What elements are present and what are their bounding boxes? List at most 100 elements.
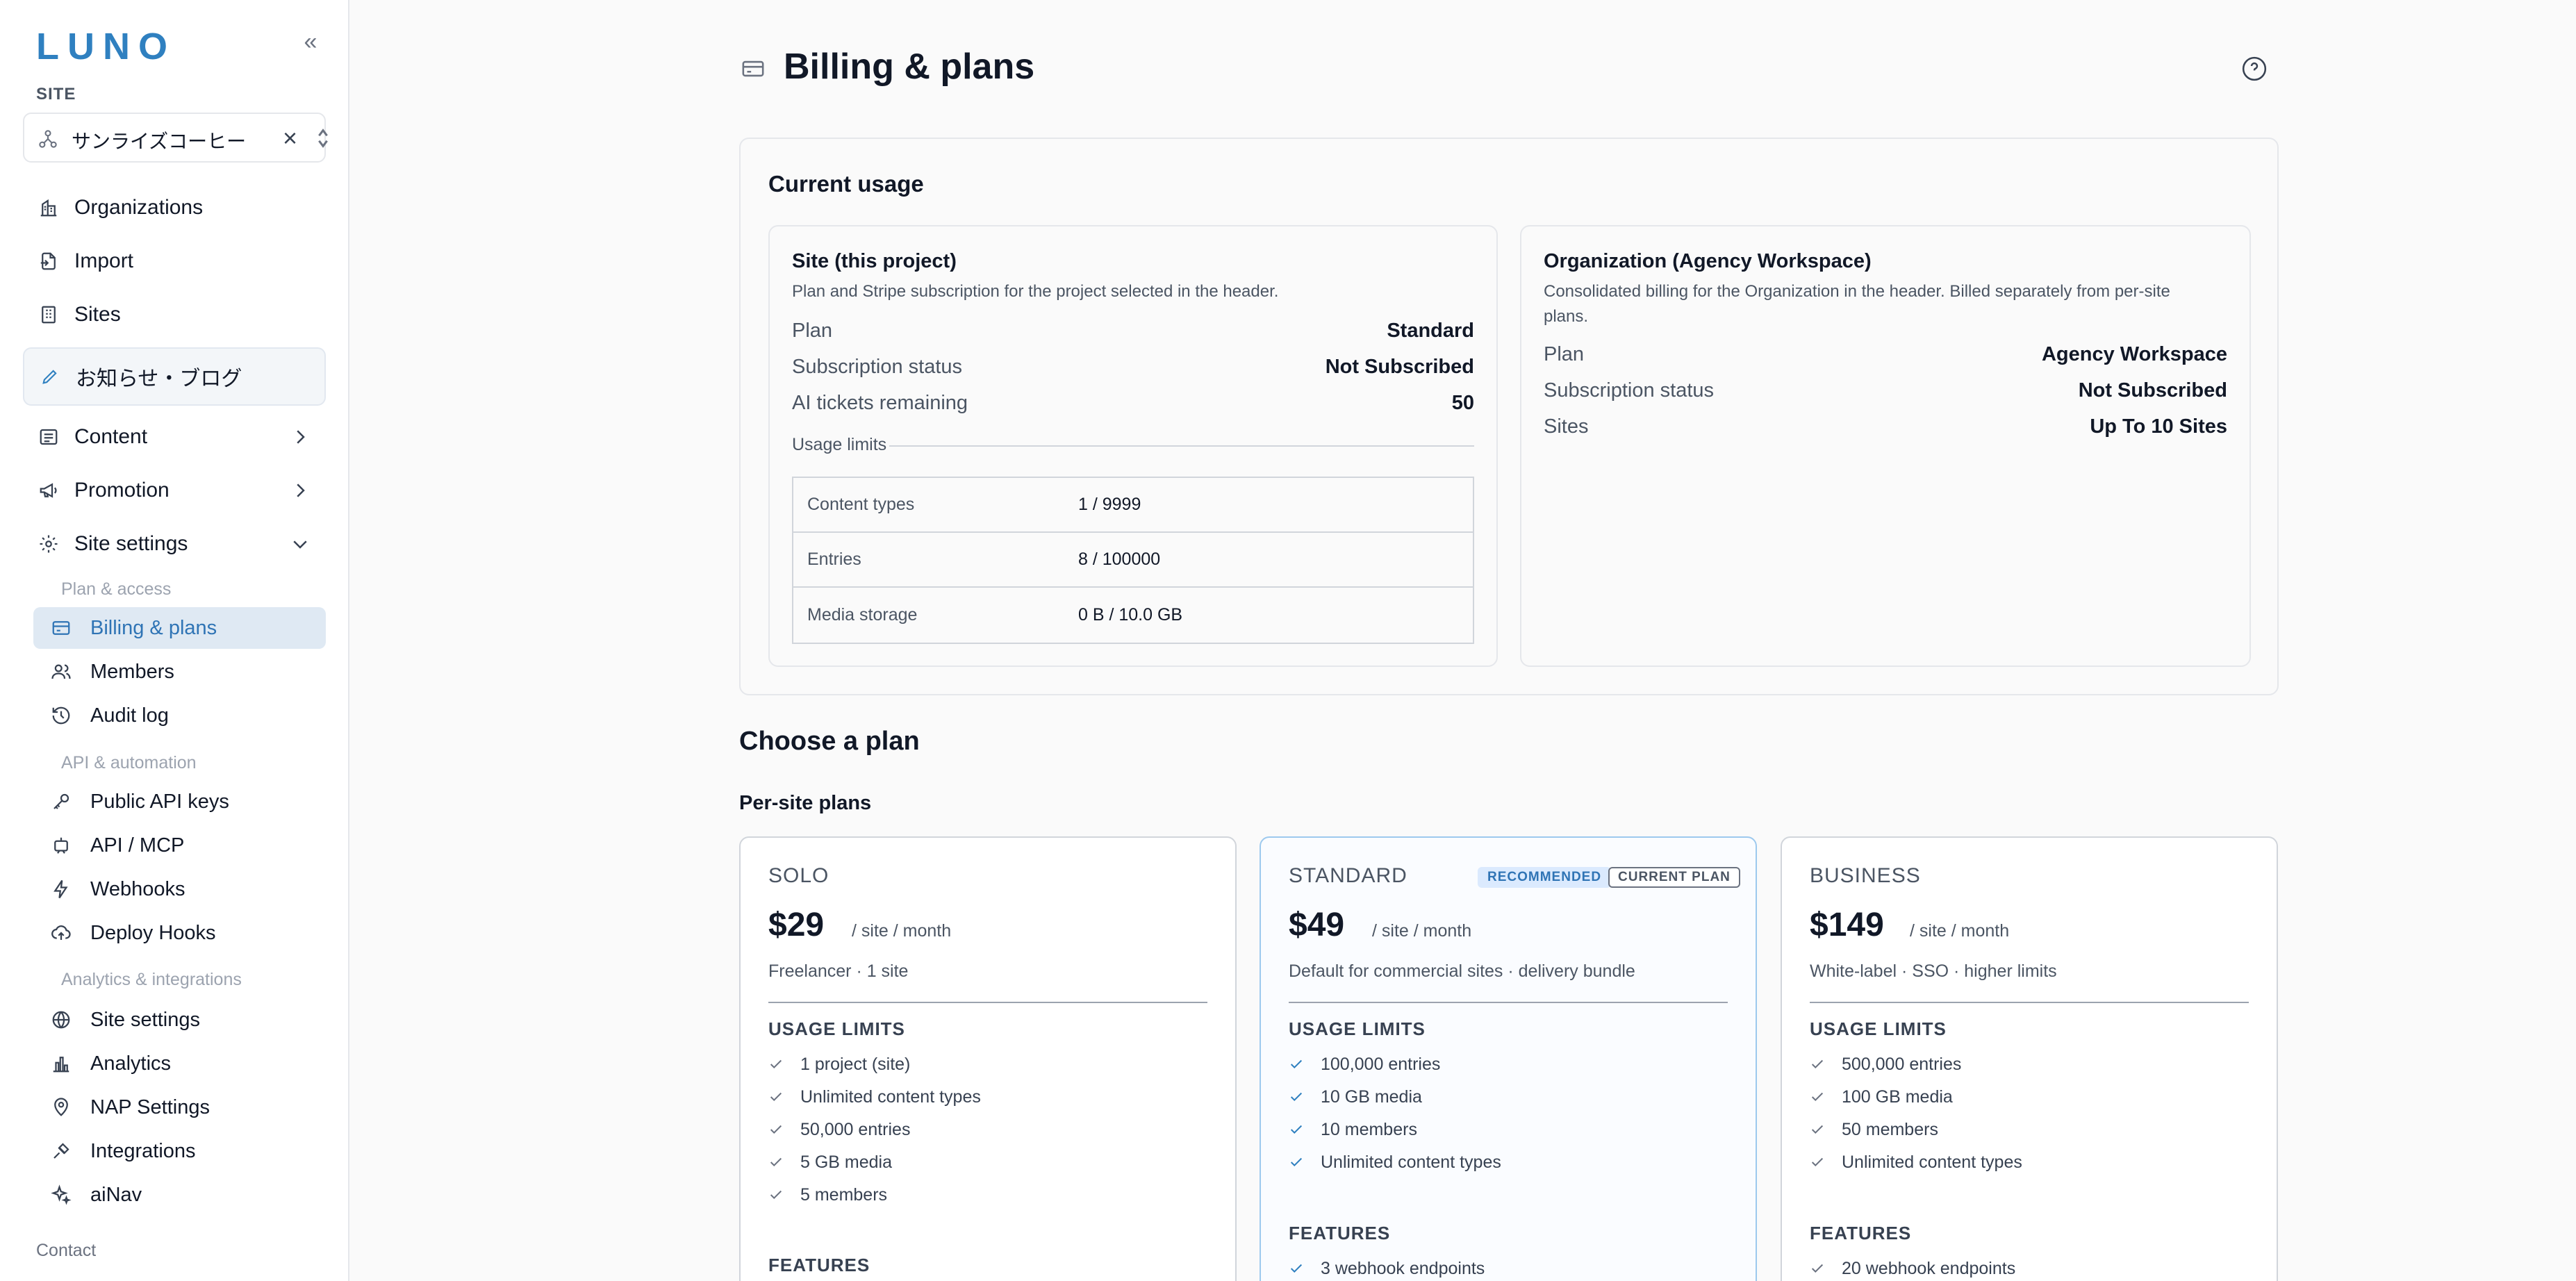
key-icon bbox=[50, 791, 72, 813]
plan-tagline: Default for commercial sites · delivery … bbox=[1289, 961, 1635, 981]
sidebar-item-label: お知らせ・ブログ bbox=[76, 367, 242, 390]
list-item: 100,000 entries bbox=[1289, 1050, 1440, 1078]
chevron-up-down-icon[interactable] bbox=[316, 126, 330, 150]
limit-text: 100,000 entries bbox=[1321, 1054, 1441, 1074]
sidebar-item-analytics[interactable]: Analytics bbox=[33, 1043, 326, 1084]
list-item: Unlimited content types bbox=[1289, 1148, 1501, 1176]
contact-link[interactable]: Contact bbox=[36, 1241, 96, 1261]
sidebar-item-api-mcp[interactable]: API / MCP bbox=[33, 825, 326, 866]
plan-name: STANDARD bbox=[1289, 864, 1407, 887]
limit-text: 5 GB media bbox=[800, 1152, 893, 1172]
row-key: Plan bbox=[1544, 343, 1585, 365]
usage-limits-heading: USAGE LIMITS bbox=[1289, 1018, 1426, 1039]
group-heading-analytics-integrations: Analytics & integrations bbox=[61, 970, 242, 989]
sidebar-item-ainav[interactable]: aiNav bbox=[33, 1174, 326, 1216]
row-value: Not Subscribed bbox=[2078, 379, 2227, 402]
site-label: SITE bbox=[36, 85, 76, 104]
sidebar: LUNO « SITE サンライズコーヒー × Organizations Im… bbox=[0, 0, 349, 1281]
site-selector[interactable]: サンライズコーヒー × bbox=[23, 113, 328, 163]
features-heading: FEATURES bbox=[1289, 1223, 1391, 1243]
sidebar-item-billing-plans[interactable]: Billing & plans bbox=[33, 607, 326, 649]
limit-name: Entries bbox=[807, 549, 861, 569]
robot-icon bbox=[50, 834, 72, 857]
sidebar-item-import[interactable]: Import bbox=[23, 237, 326, 286]
plan-card-solo[interactable]: SOLO $29 / site / month Freelancer · 1 s… bbox=[739, 836, 1237, 1281]
list-icon bbox=[37, 425, 60, 449]
sidebar-item-audit-log[interactable]: Audit log bbox=[33, 695, 326, 736]
check-icon bbox=[770, 1092, 782, 1102]
recommended-badge: RECOMMENDED bbox=[1478, 867, 1612, 888]
plan-card-standard[interactable]: STANDARD RECOMMENDED CURRENT PLAN $49 / … bbox=[1260, 836, 1757, 1281]
check-icon bbox=[770, 1190, 782, 1200]
limit-text: Unlimited content types bbox=[1321, 1152, 1501, 1172]
cloud-upload-icon bbox=[50, 922, 72, 944]
sidebar-item-label: Deploy Hooks bbox=[90, 921, 216, 944]
check-icon bbox=[1811, 1092, 1824, 1102]
row-value: Not Subscribed bbox=[1325, 356, 1474, 378]
row-value: Standard bbox=[1387, 320, 1474, 342]
row-key: Subscription status bbox=[792, 356, 963, 378]
plan-card-business[interactable]: BUSINESS $149 / site / month White-label… bbox=[1781, 836, 2278, 1281]
sidebar-item-label: aiNav bbox=[90, 1183, 142, 1206]
check-icon bbox=[770, 1157, 782, 1167]
site-ai-tickets-row: AI tickets remaining 50 bbox=[792, 392, 1474, 420]
sidebar-item-news-blog[interactable]: お知らせ・ブログ bbox=[23, 347, 326, 406]
sidebar-item-content[interactable]: Content bbox=[23, 413, 326, 461]
limit-text: 10 GB media bbox=[1321, 1086, 1422, 1107]
list-item: 5 GB media bbox=[768, 1148, 892, 1176]
sidebar-item-public-api-keys[interactable]: Public API keys bbox=[33, 781, 326, 823]
sidebar-item-webhooks[interactable]: Webhooks bbox=[33, 868, 326, 910]
sidebar-item-label: Audit log bbox=[90, 704, 169, 727]
organization-usage-heading: Organization (Agency Workspace) bbox=[1544, 250, 1872, 272]
list-item: 50,000 entries bbox=[768, 1116, 910, 1143]
row-key: Subscription status bbox=[1544, 379, 1715, 402]
credit-card-icon bbox=[742, 60, 764, 77]
row-value: 50 bbox=[1451, 392, 1474, 414]
usage-limits-table: Content types 1 / 9999 Entries 8 / 10000… bbox=[792, 477, 1474, 644]
row-key: AI tickets remaining bbox=[792, 392, 968, 414]
building-icon bbox=[37, 196, 60, 220]
features-heading: FEATURES bbox=[768, 1255, 870, 1275]
current-plan-badge: CURRENT PLAN bbox=[1608, 867, 1740, 888]
sidebar-item-label: Site settings bbox=[74, 532, 188, 555]
sidebar-item-nap-settings[interactable]: NAP Settings bbox=[33, 1086, 326, 1128]
list-item: 100 GB media bbox=[1810, 1083, 1953, 1111]
divider bbox=[1810, 1002, 2249, 1003]
chevron-right-icon bbox=[297, 484, 305, 497]
limit-value: 8 / 100000 bbox=[1078, 549, 1161, 569]
plan-name: BUSINESS bbox=[1810, 864, 1921, 887]
sidebar-item-sites[interactable]: Sites bbox=[23, 290, 326, 339]
check-icon bbox=[1290, 1264, 1303, 1273]
plan-tagline: White-label · SSO · higher limits bbox=[1810, 961, 2057, 981]
check-icon bbox=[1811, 1125, 1824, 1134]
pencil-icon bbox=[38, 365, 62, 388]
org-plan-row: Plan Agency Workspace bbox=[1544, 343, 2227, 371]
org-sites-row: Sites Up To 10 Sites bbox=[1544, 415, 2227, 443]
plan-tagline: Freelancer · 1 site bbox=[768, 961, 909, 981]
sidebar-item-site-settings-sub[interactable]: Site settings bbox=[33, 999, 326, 1041]
sidebar-item-promotion[interactable]: Promotion bbox=[23, 466, 326, 515]
list-item: 10 members bbox=[1289, 1116, 1417, 1143]
sidebar-item-organizations[interactable]: Organizations bbox=[23, 183, 326, 232]
site-usage-heading: Site (this project) bbox=[792, 250, 957, 272]
check-icon bbox=[1290, 1059, 1303, 1069]
org-status-row: Subscription status Not Subscribed bbox=[1544, 379, 2227, 407]
sidebar-item-members[interactable]: Members bbox=[33, 651, 326, 693]
row-value: Agency Workspace bbox=[2041, 343, 2227, 365]
clear-icon[interactable]: × bbox=[283, 124, 297, 153]
limit-text: 50,000 entries bbox=[800, 1119, 911, 1139]
site-selector-value: サンライズコーヒー bbox=[72, 131, 247, 152]
check-icon bbox=[770, 1125, 782, 1134]
sidebar-item-deploy-hooks[interactable]: Deploy Hooks bbox=[33, 912, 326, 954]
help-icon[interactable] bbox=[2241, 56, 2268, 82]
sidebar-item-site-settings[interactable]: Site settings bbox=[23, 520, 326, 568]
sidebar-item-label: Import bbox=[74, 249, 134, 272]
list-item: Unlimited content types bbox=[768, 1083, 981, 1111]
luno-logo[interactable]: LUNO bbox=[36, 25, 176, 68]
collapse-sidebar-icon[interactable]: « bbox=[300, 29, 321, 54]
list-item: 1 project (site) bbox=[768, 1050, 910, 1078]
sidebar-item-integrations[interactable]: Integrations bbox=[33, 1130, 326, 1172]
chevron-down-icon bbox=[293, 540, 307, 549]
plan-price: $29 bbox=[768, 907, 825, 943]
limit-value: 0 B / 10.0 GB bbox=[1078, 605, 1183, 625]
